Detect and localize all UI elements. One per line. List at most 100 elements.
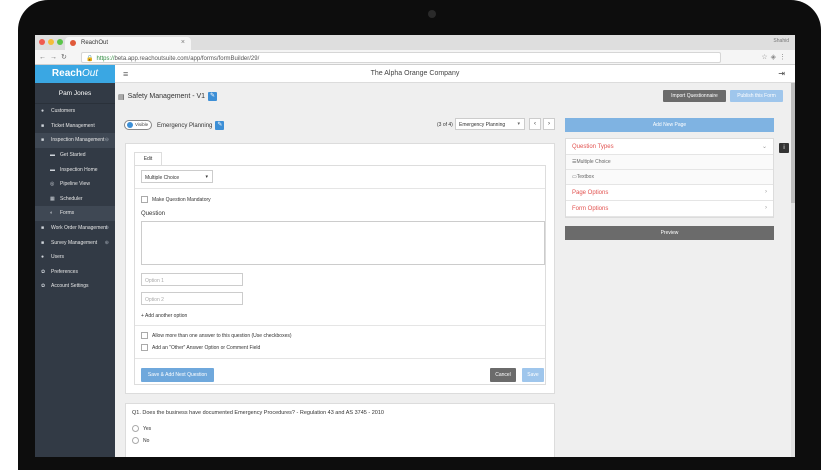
question-label: Question <box>141 211 166 217</box>
answer-yes-radio[interactable] <box>132 425 139 432</box>
sidebar-item-inspection-home[interactable]: ▬ Inspection Home <box>35 162 115 177</box>
sidebar-item-survey-management[interactable]: ■ Survey Management ⊕ <box>35 235 115 250</box>
maximize-window-button[interactable] <box>57 39 63 45</box>
other-option-label: Add an "Other" Answer Option or Comment … <box>152 345 261 351</box>
answer-no-radio[interactable] <box>132 437 139 444</box>
minimize-window-button[interactable] <box>48 39 54 45</box>
question-preview-card: Q1. Does the business have documented Em… <box>125 403 555 457</box>
question-editor-card: Edit Multiple Choice ▾ Make Question Mand… <box>125 143 555 394</box>
add-new-page-button[interactable]: Add New Page <box>565 118 774 132</box>
extension-icons: ☆◈⋮ <box>761 53 789 61</box>
edit-title-icon[interactable]: ✎ <box>208 92 218 101</box>
extension-icon[interactable]: ◈ <box>771 54 779 61</box>
answer-yes-label: Yes <box>143 426 152 432</box>
star-icon[interactable]: ☆ <box>761 54 770 61</box>
next-page-button[interactable]: › <box>543 118 555 130</box>
sidebar-item-preferences[interactable]: ✿ Preferences <box>35 265 115 280</box>
chevron-down-icon: ▾ <box>205 174 208 180</box>
question-type-value: Multiple Choice <box>145 175 180 181</box>
chevron-right-icon: › <box>765 189 767 195</box>
window-controls <box>39 39 63 45</box>
url-field[interactable]: 🔒 https://beta.app.reachoutsuite.com/app/… <box>81 52 721 63</box>
info-icon[interactable]: i <box>779 143 789 153</box>
sidebar-item-label: Inspection Management <box>51 137 105 144</box>
sidebar-item-forms[interactable]: ◐ Forms <box>35 206 115 221</box>
forward-icon[interactable]: → <box>50 54 61 61</box>
chevron-down-icon: ⌄ <box>761 144 767 150</box>
preview-button[interactable]: Preview <box>565 226 774 240</box>
browser-tab-title: ReachOut <box>81 40 109 46</box>
save-and-add-next-button[interactable]: Save & Add Next Question <box>141 368 214 382</box>
option-2-input[interactable]: Option 2 <box>141 292 243 305</box>
chevron-right-icon: › <box>765 205 767 211</box>
scrollbar-thumb[interactable] <box>791 83 795 203</box>
form-options-header[interactable]: Form Options › <box>566 201 773 217</box>
edit-section-icon[interactable]: ✎ <box>215 121 225 130</box>
main-content: ▤ Safety Management - V1 ✎ Import Questi… <box>115 83 795 457</box>
sidebar-item-label: Scheduler <box>60 195 83 202</box>
url-protocol: https:// <box>96 56 115 62</box>
folder-icon: ▬ <box>50 152 55 159</box>
prev-page-button[interactable]: ‹ <box>529 118 541 130</box>
browser-tabbar: ReachOut × Shahid <box>35 35 795 50</box>
option-1-input[interactable]: Option 1 <box>141 273 243 286</box>
form-title-row: ▤ Safety Management - V1 ✎ <box>118 92 218 101</box>
question-type-select[interactable]: Multiple Choice ▾ <box>141 170 213 183</box>
page-counter: (3 of 4) <box>437 122 453 128</box>
company-name: The Alpha Orange Company <box>370 70 460 77</box>
sidebar-item-label: Work Order Management <box>51 225 108 232</box>
sidebar-item-users[interactable]: ● Users <box>35 250 115 265</box>
sidebar-item-work-order-management[interactable]: ■ Work Order Management ⊕ <box>35 221 115 236</box>
forms-icon: ◐ <box>50 210 54 217</box>
page-options-header[interactable]: Page Options › <box>566 185 773 201</box>
save-button[interactable]: Save <box>522 368 544 382</box>
logout-icon[interactable]: ⇥ <box>778 69 785 78</box>
allow-multiple-label: Allow more than one answer to this quest… <box>152 333 292 339</box>
question-type-multiple-choice[interactable]: ☰Multiple Choice <box>566 155 773 170</box>
page-select[interactable]: Emergency Planning ▾ <box>455 118 525 130</box>
visible-label: Visible <box>135 122 149 127</box>
cancel-button[interactable]: Cancel <box>490 368 516 382</box>
close-window-button[interactable] <box>39 39 45 45</box>
profile-chip[interactable]: Shahid <box>773 38 789 44</box>
question-types-header[interactable]: Question Types ⌄ <box>566 139 773 155</box>
sidebar-item-pipeline-view[interactable]: ◎ Pipeline View <box>35 177 115 192</box>
question-textarea[interactable] <box>141 221 545 265</box>
sidebar-item-label: Survey Management <box>51 239 98 246</box>
sidebar-username: Pam Jones <box>35 83 115 104</box>
question-type-textbox[interactable]: ▭Textbox <box>566 170 773 185</box>
menu-dots-icon[interactable]: ⋮ <box>779 54 789 61</box>
favicon-icon <box>70 40 76 46</box>
publish-form-button[interactable]: Publish this Form <box>730 90 783 102</box>
title-bar: ▤ Safety Management - V1 ✎ Import Questi… <box>115 83 795 107</box>
back-icon[interactable]: ← <box>39 54 50 61</box>
url-text: beta.app.reachoutsuite.com/app/forms/for… <box>114 56 260 62</box>
clipboard-icon: ■ <box>41 137 45 144</box>
close-tab-icon[interactable]: × <box>181 39 185 46</box>
sidebar-item-customers[interactable]: ● Customers <box>35 104 115 119</box>
sidebar-item-inspection-management[interactable]: ■ Inspection Management ⊖ <box>35 133 115 148</box>
page-options-label: Page Options <box>572 190 609 196</box>
sidebar-item-scheduler[interactable]: ▦ Scheduler <box>35 192 115 207</box>
visible-toggle[interactable]: Visible <box>124 120 152 130</box>
other-option-checkbox[interactable] <box>141 344 148 351</box>
add-option-link[interactable]: + Add another option <box>141 313 187 319</box>
sidebar-item-account-settings[interactable]: ✿ Account Settings <box>35 279 115 294</box>
briefcase-icon: ■ <box>41 225 45 232</box>
answer-no-label: No <box>143 438 150 444</box>
tab-edit[interactable]: Edit <box>134 152 162 166</box>
toggle-knob <box>127 122 133 128</box>
question-types-label: Question Types <box>572 144 614 150</box>
app-header: ReachOut ≡ The Alpha Orange Company ⇥ <box>35 65 795 83</box>
nav-icons: ←→↻ <box>39 53 71 61</box>
sidebar-item-get-started[interactable]: ▬ Get Started <box>35 148 115 163</box>
sidebar-item-ticket-management[interactable]: ■ Ticket Management <box>35 119 115 134</box>
section-name-row: Emergency Planning ✎ <box>157 121 225 130</box>
reload-icon[interactable]: ↻ <box>61 54 71 61</box>
allow-multiple-checkbox[interactable] <box>141 332 148 339</box>
mandatory-checkbox[interactable] <box>141 196 148 203</box>
import-questionnaire-button[interactable]: Import Questionnaire <box>663 90 726 102</box>
divider <box>135 325 545 326</box>
browser-tab[interactable]: ReachOut × <box>65 37 191 50</box>
editor-body: Multiple Choice ▾ Make Question Mandatory… <box>134 165 546 385</box>
